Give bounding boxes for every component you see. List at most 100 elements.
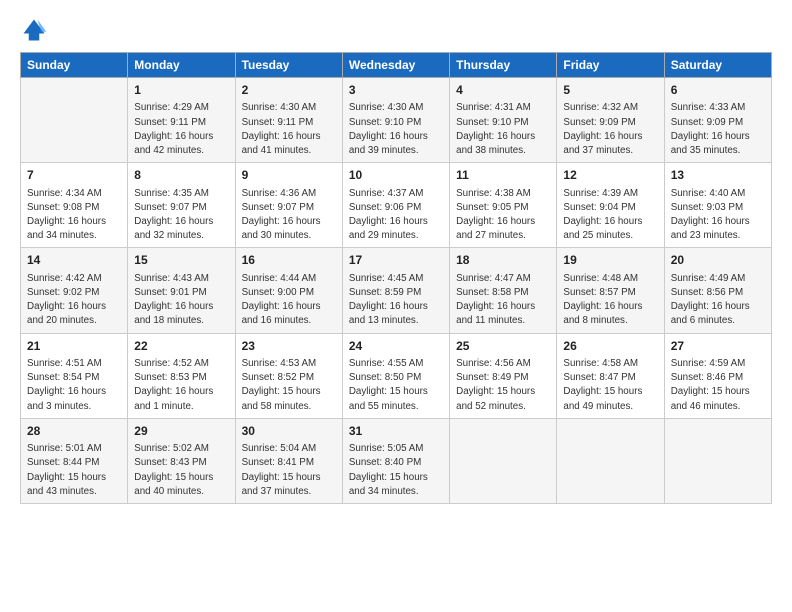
day-number: 22: [134, 338, 228, 355]
calendar-cell: 10 Sunrise: 4:37 AM Sunset: 9:06 PM Dayli…: [342, 163, 449, 248]
day-number: 19: [563, 252, 657, 269]
calendar-table: SundayMondayTuesdayWednesdayThursdayFrid…: [20, 52, 772, 504]
day-number: 18: [456, 252, 550, 269]
day-number: 7: [27, 167, 121, 184]
col-header-thursday: Thursday: [450, 53, 557, 78]
day-number: 10: [349, 167, 443, 184]
calendar-cell: [21, 78, 128, 163]
day-number: 5: [563, 82, 657, 99]
calendar-cell: 23Sunrise: 4:53 AM Sunset: 8:52 PM Dayli…: [235, 333, 342, 418]
calendar-week-row: 14 Sunrise: 4:42 AM Sunset: 9:02 PM Dayli…: [21, 248, 772, 333]
calendar-cell: 29 Sunrise: 5:02 AM Sunset: 8:43 PM Dayli…: [128, 418, 235, 503]
cell-info: Sunrise: 4:38 AM Sunset: 9:05 PM Dayligh…: [456, 187, 550, 244]
calendar-cell: 4 Sunrise: 4:31 AM Sunset: 9:10 PM Daylig…: [450, 78, 557, 163]
cell-info: Sunrise: 4:51 AM Sunset: 8:54 PM Dayligh…: [27, 357, 121, 414]
calendar-cell: 12 Sunrise: 4:39 AM Sunset: 9:04 PM Dayli…: [557, 163, 664, 248]
calendar-week-row: 7 Sunrise: 4:34 AM Sunset: 9:08 PM Daylig…: [21, 163, 772, 248]
page: SundayMondayTuesdayWednesdayThursdayFrid…: [0, 0, 792, 514]
calendar-cell: 2 Sunrise: 4:30 AM Sunset: 9:11 PM Daylig…: [235, 78, 342, 163]
col-header-friday: Friday: [557, 53, 664, 78]
day-number: 12: [563, 167, 657, 184]
day-number: 29: [134, 423, 228, 440]
cell-info: Sunrise: 4:35 AM Sunset: 9:07 PM Dayligh…: [134, 187, 228, 244]
day-number: 16: [242, 252, 336, 269]
cell-info: Sunrise: 4:43 AM Sunset: 9:01 PM Dayligh…: [134, 272, 228, 329]
cell-info: Sunrise: 4:44 AM Sunset: 9:00 PM Dayligh…: [242, 272, 336, 329]
calendar-week-row: 21 Sunrise: 4:51 AM Sunset: 8:54 PM Dayli…: [21, 333, 772, 418]
cell-info: Sunrise: 4:36 AM Sunset: 9:07 PM Dayligh…: [242, 187, 336, 244]
calendar-cell: 1 Sunrise: 4:29 AM Sunset: 9:11 PM Daylig…: [128, 78, 235, 163]
col-header-tuesday: Tuesday: [235, 53, 342, 78]
col-header-saturday: Saturday: [664, 53, 771, 78]
cell-info: Sunrise: 4:42 AM Sunset: 9:02 PM Dayligh…: [27, 272, 121, 329]
cell-info: Sunrise: 4:30 AM Sunset: 9:10 PM Dayligh…: [349, 101, 443, 158]
day-number: 2: [242, 82, 336, 99]
cell-info: Sunrise: 4:34 AM Sunset: 9:08 PM Dayligh…: [27, 187, 121, 244]
calendar-cell: 18 Sunrise: 4:47 AM Sunset: 8:58 PM Dayli…: [450, 248, 557, 333]
col-header-monday: Monday: [128, 53, 235, 78]
header: [20, 16, 772, 44]
calendar-cell: 19 Sunrise: 4:48 AM Sunset: 8:57 PM Dayli…: [557, 248, 664, 333]
day-number: 23: [242, 338, 336, 355]
cell-info: Sunrise: 4:52 AM Sunset: 8:53 PM Dayligh…: [134, 357, 228, 414]
calendar-cell: 22 Sunrise: 4:52 AM Sunset: 8:53 PM Dayli…: [128, 333, 235, 418]
cell-info: Sunrise: 5:01 AM Sunset: 8:44 PM Dayligh…: [27, 442, 121, 499]
cell-info: Sunrise: 4:58 AM Sunset: 8:47 PM Dayligh…: [563, 357, 657, 414]
col-header-wednesday: Wednesday: [342, 53, 449, 78]
calendar-cell: 20Sunrise: 4:49 AM Sunset: 8:56 PM Dayli…: [664, 248, 771, 333]
calendar-cell: 13 Sunrise: 4:40 AM Sunset: 9:03 PM Dayli…: [664, 163, 771, 248]
calendar-cell: 16 Sunrise: 4:44 AM Sunset: 9:00 PM Dayli…: [235, 248, 342, 333]
cell-info: Sunrise: 4:55 AM Sunset: 8:50 PM Dayligh…: [349, 357, 443, 414]
calendar-cell: 9 Sunrise: 4:36 AM Sunset: 9:07 PM Daylig…: [235, 163, 342, 248]
calendar-cell: 30Sunrise: 5:04 AM Sunset: 8:41 PM Dayli…: [235, 418, 342, 503]
cell-info: Sunrise: 4:32 AM Sunset: 9:09 PM Dayligh…: [563, 101, 657, 158]
cell-info: Sunrise: 4:47 AM Sunset: 8:58 PM Dayligh…: [456, 272, 550, 329]
calendar-cell: [557, 418, 664, 503]
day-number: 21: [27, 338, 121, 355]
calendar-week-row: 1 Sunrise: 4:29 AM Sunset: 9:11 PM Daylig…: [21, 78, 772, 163]
calendar-cell: 6 Sunrise: 4:33 AM Sunset: 9:09 PM Daylig…: [664, 78, 771, 163]
calendar-cell: 21 Sunrise: 4:51 AM Sunset: 8:54 PM Dayli…: [21, 333, 128, 418]
day-number: 6: [671, 82, 765, 99]
day-number: 3: [349, 82, 443, 99]
day-number: 4: [456, 82, 550, 99]
cell-info: Sunrise: 5:05 AM Sunset: 8:40 PM Dayligh…: [349, 442, 443, 499]
day-number: 1: [134, 82, 228, 99]
day-number: 31: [349, 423, 443, 440]
calendar-cell: 25 Sunrise: 4:56 AM Sunset: 8:49 PM Dayli…: [450, 333, 557, 418]
day-number: 15: [134, 252, 228, 269]
cell-info: Sunrise: 4:29 AM Sunset: 9:11 PM Dayligh…: [134, 101, 228, 158]
cell-info: Sunrise: 4:31 AM Sunset: 9:10 PM Dayligh…: [456, 101, 550, 158]
cell-info: Sunrise: 4:48 AM Sunset: 8:57 PM Dayligh…: [563, 272, 657, 329]
day-number: 11: [456, 167, 550, 184]
cell-info: Sunrise: 4:40 AM Sunset: 9:03 PM Dayligh…: [671, 187, 765, 244]
calendar-cell: 14 Sunrise: 4:42 AM Sunset: 9:02 PM Dayli…: [21, 248, 128, 333]
calendar-cell: [450, 418, 557, 503]
calendar-cell: 8Sunrise: 4:35 AM Sunset: 9:07 PM Daylig…: [128, 163, 235, 248]
cell-info: Sunrise: 4:33 AM Sunset: 9:09 PM Dayligh…: [671, 101, 765, 158]
calendar-cell: 27 Sunrise: 4:59 AM Sunset: 8:46 PM Dayli…: [664, 333, 771, 418]
calendar-cell: 24Sunrise: 4:55 AM Sunset: 8:50 PM Dayli…: [342, 333, 449, 418]
cell-info: Sunrise: 4:39 AM Sunset: 9:04 PM Dayligh…: [563, 187, 657, 244]
day-number: 13: [671, 167, 765, 184]
day-number: 27: [671, 338, 765, 355]
calendar-cell: 28 Sunrise: 5:01 AM Sunset: 8:44 PM Dayli…: [21, 418, 128, 503]
day-number: 26: [563, 338, 657, 355]
day-number: 28: [27, 423, 121, 440]
cell-info: Sunrise: 4:56 AM Sunset: 8:49 PM Dayligh…: [456, 357, 550, 414]
calendar-cell: 11 Sunrise: 4:38 AM Sunset: 9:05 PM Dayli…: [450, 163, 557, 248]
cell-info: Sunrise: 4:45 AM Sunset: 8:59 PM Dayligh…: [349, 272, 443, 329]
calendar-cell: 3 Sunrise: 4:30 AM Sunset: 9:10 PM Daylig…: [342, 78, 449, 163]
cell-info: Sunrise: 5:02 AM Sunset: 8:43 PM Dayligh…: [134, 442, 228, 499]
calendar-cell: 15 Sunrise: 4:43 AM Sunset: 9:01 PM Dayli…: [128, 248, 235, 333]
cell-info: Sunrise: 5:04 AM Sunset: 8:41 PM Dayligh…: [242, 442, 336, 499]
day-number: 25: [456, 338, 550, 355]
cell-info: Sunrise: 4:59 AM Sunset: 8:46 PM Dayligh…: [671, 357, 765, 414]
cell-info: Sunrise: 4:30 AM Sunset: 9:11 PM Dayligh…: [242, 101, 336, 158]
day-number: 9: [242, 167, 336, 184]
calendar-cell: 17Sunrise: 4:45 AM Sunset: 8:59 PM Dayli…: [342, 248, 449, 333]
calendar-header-row: SundayMondayTuesdayWednesdayThursdayFrid…: [21, 53, 772, 78]
cell-info: Sunrise: 4:37 AM Sunset: 9:06 PM Dayligh…: [349, 187, 443, 244]
logo-icon: [20, 16, 48, 44]
day-number: 14: [27, 252, 121, 269]
